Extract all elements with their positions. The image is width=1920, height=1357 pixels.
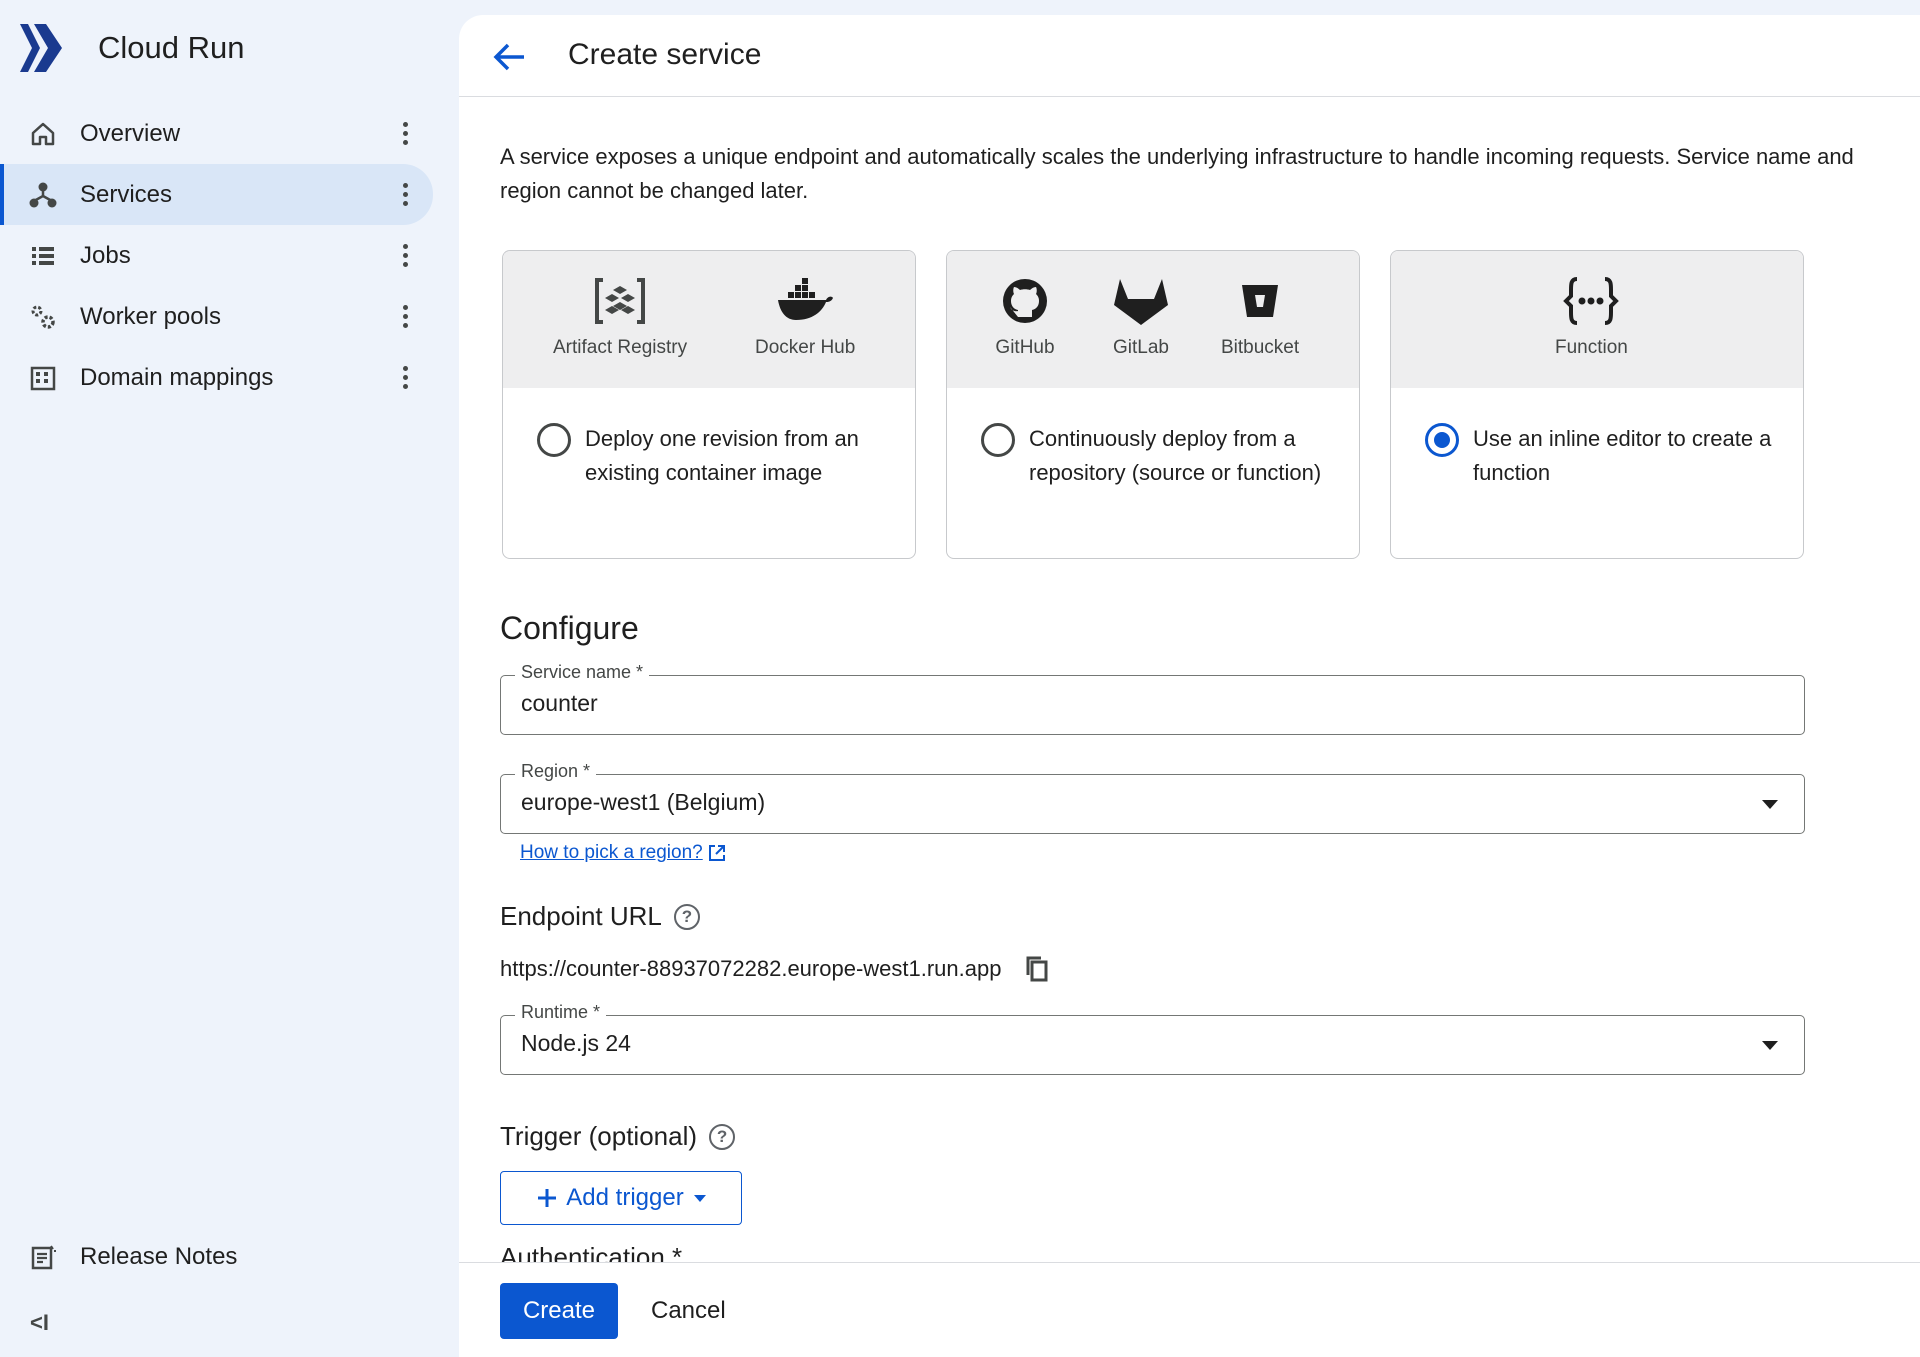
more-vert-icon[interactable] [395, 118, 415, 150]
app-title: Cloud Run [98, 30, 245, 65]
sidebar: Cloud Run Overview Services Jobs Worker … [0, 0, 459, 1357]
bitbucket-icon [1230, 275, 1290, 327]
source-artifact-registry: Artifact Registry [553, 275, 687, 359]
add-trigger-label: Add trigger [566, 1184, 684, 1211]
radio-repository[interactable] [981, 423, 1015, 457]
back-arrow-icon[interactable] [489, 37, 529, 77]
card-option: Use an inline editor to create a functio… [1391, 388, 1803, 485]
region-select[interactable]: Region * europe-west1 (Belgium) [500, 761, 1805, 834]
sidebar-item-jobs[interactable]: Jobs [0, 225, 433, 286]
source-label: Docker Hub [755, 337, 856, 358]
sidebar-item-label: Overview [80, 119, 181, 147]
trigger-heading: Trigger (optional) ? [500, 1121, 736, 1152]
endpoint-url-heading: Endpoint URL ? [500, 901, 700, 932]
source-function: Function [1555, 275, 1628, 359]
cloud-run-logo-icon [20, 24, 62, 72]
page-header: Create service [459, 15, 1920, 97]
cancel-button[interactable]: Cancel [651, 1283, 726, 1339]
source-label: Artifact Registry [553, 337, 688, 358]
radio-container-image[interactable] [537, 423, 571, 457]
caret-down-icon [693, 1194, 706, 1202]
endpoint-url-title: Endpoint URL [500, 901, 662, 931]
dropdown-arrow-icon [1762, 1041, 1778, 1050]
plus-icon [538, 1189, 557, 1207]
runtime-select[interactable]: Runtime * Node.js 24 [500, 1002, 1805, 1075]
github-icon [995, 275, 1055, 327]
sidebar-item-domain-mappings[interactable]: Domain mappings [0, 347, 433, 408]
region-label: Region * [515, 761, 597, 782]
more-vert-icon[interactable] [395, 362, 415, 394]
open-in-new-icon [708, 845, 725, 861]
add-trigger-button[interactable]: Add trigger [500, 1171, 742, 1225]
more-vert-icon[interactable] [395, 240, 415, 272]
configure-heading: Configure [500, 610, 639, 646]
collapse-sidebar-icon[interactable]: <I [30, 1310, 49, 1336]
page-description: A service exposes a unique endpoint and … [500, 144, 1854, 203]
source-label: GitHub [995, 337, 1055, 358]
card-sources: Artifact Registry Docker Hub [503, 251, 915, 388]
page-title: Create service [568, 38, 762, 71]
endpoint-url-value: https://counter-88937072282.europe-west1… [500, 956, 1002, 981]
sidebar-item-label: Domain mappings [80, 363, 274, 391]
card-sources: GitHub GitLab Bitbucket [947, 251, 1359, 388]
create-button[interactable]: Create [500, 1283, 618, 1339]
option-label: Use an inline editor to create a functio… [1473, 426, 1772, 485]
region-value: europe-west1 (Belgium) [521, 789, 766, 815]
service-name-field[interactable]: Service name * counter [500, 662, 1805, 735]
sidebar-item-label: Services [80, 180, 173, 208]
deploy-option-repository[interactable]: GitHub GitLab Bitbucket Continuously dep… [946, 250, 1360, 559]
deploy-options: Artifact Registry Docker Hub Deploy one … [502, 250, 1804, 560]
docker-icon [775, 275, 835, 327]
service-name-value: counter [521, 690, 598, 716]
release-notes-icon [28, 1242, 58, 1272]
region-help-link-text: How to pick a region? [520, 842, 703, 863]
function-icon [1561, 275, 1621, 327]
card-option: Deploy one revision from an existing con… [503, 388, 915, 485]
source-label: GitLab [1113, 337, 1169, 358]
source-gitlab: GitLab [1111, 275, 1171, 359]
option-label: Deploy one revision from an existing con… [585, 426, 859, 485]
sidebar-item-release-notes[interactable]: Release Notes [0, 1227, 433, 1287]
gears-icon [28, 302, 58, 332]
runtime-value: Node.js 24 [521, 1030, 631, 1056]
source-github: GitHub [995, 275, 1055, 359]
card-option: Continuously deploy from a repository (s… [947, 388, 1359, 485]
dropdown-arrow-icon [1762, 800, 1778, 809]
sidebar-item-overview[interactable]: Overview [0, 103, 433, 164]
card-sources: Function [1391, 251, 1803, 388]
deploy-option-container-image[interactable]: Artifact Registry Docker Hub Deploy one … [502, 250, 916, 559]
sidebar-item-label: Worker pools [80, 302, 221, 330]
gitlab-icon [1111, 275, 1171, 327]
home-icon [28, 119, 58, 149]
brand[interactable]: Cloud Run [18, 20, 244, 76]
source-docker-hub: Docker Hub [755, 275, 855, 359]
deploy-option-function[interactable]: Function Use an inline editor to create … [1390, 250, 1804, 559]
source-label: Function [1555, 337, 1628, 358]
more-vert-icon[interactable] [395, 179, 415, 211]
services-icon [28, 180, 58, 210]
region-help-link[interactable]: How to pick a region? [520, 842, 727, 864]
trigger-title: Trigger (optional) [500, 1121, 698, 1151]
service-name-label: Service name * [515, 662, 650, 683]
sidebar-nav: Overview Services Jobs Worker pools Doma… [0, 103, 433, 408]
radio-function[interactable] [1425, 423, 1459, 457]
runtime-label: Runtime * [515, 1002, 607, 1023]
sidebar-item-worker-pools[interactable]: Worker pools [0, 286, 433, 347]
option-label: Continuously deploy from a repository (s… [1029, 426, 1322, 485]
sidebar-item-label: Jobs [80, 241, 131, 269]
source-label: Bitbucket [1221, 337, 1300, 358]
help-icon[interactable]: ? [673, 903, 700, 930]
endpoint-url-row: https://counter-88937072282.europe-west1… [500, 955, 1049, 983]
form-footer: Create Cancel [459, 1262, 1920, 1357]
sidebar-item-label: Release Notes [80, 1243, 238, 1270]
building-icon [28, 363, 58, 393]
artifact-registry-icon [590, 275, 650, 327]
more-vert-icon[interactable] [395, 301, 415, 333]
copy-icon[interactable] [1025, 955, 1049, 983]
sidebar-item-services[interactable]: Services [0, 164, 433, 225]
list-icon [28, 241, 58, 271]
source-bitbucket: Bitbucket [1221, 275, 1299, 359]
help-icon[interactable]: ? [709, 1123, 736, 1150]
main-panel: Create service A service exposes a uniqu… [459, 15, 1920, 1357]
